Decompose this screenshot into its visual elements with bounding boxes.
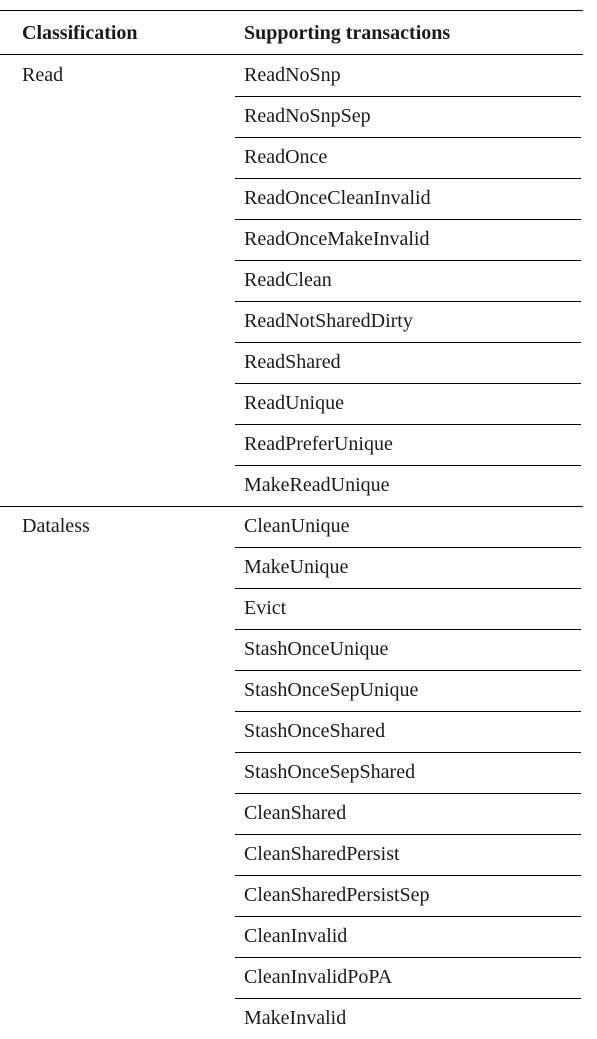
transaction-name: MakeReadUnique [244, 474, 390, 496]
transaction-name: MakeUnique [244, 556, 349, 578]
table-row: ReadNotSharedDirty [235, 301, 581, 342]
transaction-name: StashOnceUnique [244, 638, 389, 660]
table-row: StashOnceUnique [235, 629, 581, 670]
table-row: MakeUnique [235, 547, 581, 588]
table-row: ReadOnce [235, 137, 581, 178]
transaction-name: CleanSharedPersist [244, 843, 400, 865]
transaction-name: ReadNotSharedDirty [244, 310, 413, 332]
transaction-name: CleanUnique [244, 515, 350, 537]
table-header: Classification Supporting transactions [0, 10, 583, 55]
transaction-name: ReadOnce [244, 146, 328, 168]
transaction-name: CleanInvalid [244, 925, 348, 947]
header-classification: Classification [22, 22, 138, 44]
table-row: CleanShared [235, 793, 581, 834]
table-row: ReadOnceMakeInvalid [235, 219, 581, 260]
transaction-name: CleanShared [244, 802, 347, 824]
table-row: ReadNoSnpSep [235, 96, 581, 137]
table-row: Evict [235, 588, 581, 629]
transaction-name: ReadClean [244, 269, 332, 291]
table-row: ReadPreferUnique [235, 424, 581, 465]
table-row: CleanSharedPersistSep [235, 875, 581, 916]
transaction-name: MakeInvalid [244, 1007, 347, 1029]
table-row: MakeReadUnique [235, 465, 581, 506]
table-row: CleanInvalidPoPA [235, 957, 581, 998]
transaction-name: ReadUnique [244, 392, 344, 414]
transaction-name: ReadPreferUnique [244, 433, 393, 455]
transaction-name: ReadShared [244, 351, 341, 373]
classification-label: Read [22, 64, 64, 86]
transaction-name: ReadOnceMakeInvalid [244, 228, 430, 250]
transaction-name: Evict [244, 597, 287, 619]
table-row: CleanInvalid [235, 916, 581, 957]
table-row: StashOnceSepUnique [235, 670, 581, 711]
transaction-name: ReadOnceCleanInvalid [244, 187, 431, 209]
transaction-name: StashOnceShared [244, 720, 386, 742]
table-row: StashOnceShared [235, 711, 581, 752]
table-row: ReadShared [235, 342, 581, 383]
transaction-name: StashOnceSepUnique [244, 679, 419, 701]
transaction-name: ReadNoSnpSep [244, 105, 371, 127]
transaction-name: ReadNoSnp [244, 64, 341, 86]
table-row: CleanUnique [235, 506, 581, 547]
transaction-name: CleanSharedPersistSep [244, 884, 430, 906]
table-row: StashOnceSepShared [235, 752, 581, 793]
table-row: ReadClean [235, 260, 581, 301]
table-row: CleanSharedPersist [235, 834, 581, 875]
transaction-name: CleanInvalidPoPA [244, 966, 393, 988]
table-row: ReadUnique [235, 383, 581, 424]
table-row: ReadNoSnp [235, 55, 581, 96]
header-supporting-transactions: Supporting transactions [244, 22, 451, 44]
transaction-name: StashOnceSepShared [244, 761, 416, 783]
table-row: MakeInvalid [235, 998, 581, 1039]
classification-label: Dataless [22, 515, 90, 537]
table-row: ReadOnceCleanInvalid [235, 178, 581, 219]
